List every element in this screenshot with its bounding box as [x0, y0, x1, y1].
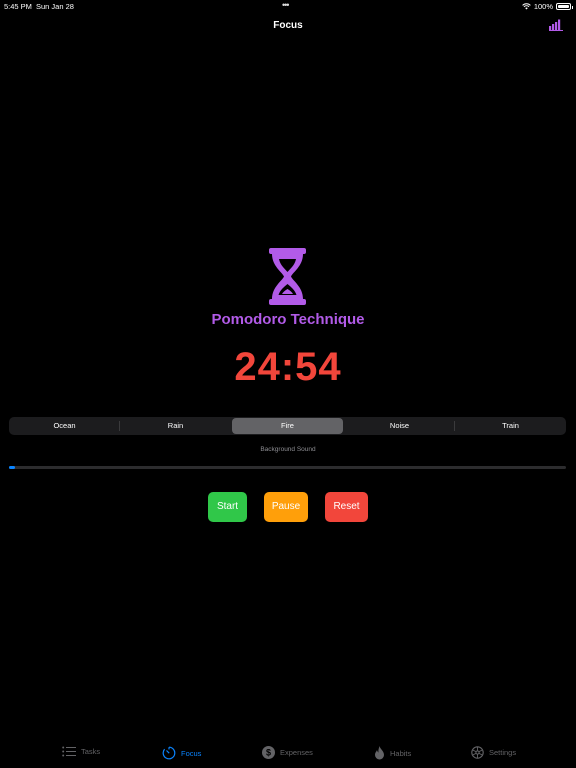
- technique-title: Pomodoro Technique: [211, 311, 365, 328]
- tab-focus[interactable]: Focus: [162, 746, 201, 760]
- countdown-timer: 24:54: [234, 345, 342, 389]
- hourglass-icon: [269, 248, 306, 305]
- sound-option-train[interactable]: Train: [455, 417, 566, 435]
- battery-percent: 100%: [533, 2, 553, 11]
- volume-slider-fill: [9, 466, 15, 469]
- page-title: Focus: [273, 20, 303, 31]
- flame-icon: [375, 746, 384, 760]
- sound-option-fire[interactable]: Fire: [232, 418, 343, 434]
- wifi-icon: [522, 3, 531, 10]
- tab-label: Expenses: [280, 748, 313, 757]
- status-date: Sun Jan 28: [36, 2, 74, 11]
- background-sound-label: Background Sound: [260, 446, 316, 453]
- tab-tasks[interactable]: Tasks: [62, 746, 100, 757]
- reset-button[interactable]: Reset: [325, 492, 368, 522]
- tab-label: Habits: [390, 748, 412, 758]
- tab-label: Settings: [489, 748, 517, 757]
- tab-label: Focus: [181, 748, 202, 758]
- volume-slider[interactable]: [9, 466, 566, 469]
- pause-button[interactable]: Pause: [264, 492, 308, 522]
- list-icon: [62, 746, 76, 757]
- sound-option-noise[interactable]: Noise: [344, 417, 455, 435]
- timer-icon: [162, 746, 176, 760]
- tab-settings[interactable]: Settings: [471, 746, 516, 759]
- status-time: 5:45 PM: [4, 2, 32, 11]
- gear-icon: [471, 746, 484, 759]
- start-button[interactable]: Start: [208, 492, 247, 522]
- sound-option-rain[interactable]: Rain: [120, 417, 231, 435]
- tab-expenses[interactable]: $ Expenses: [262, 746, 313, 759]
- sound-option-ocean[interactable]: Ocean: [9, 417, 120, 435]
- battery-icon: [556, 3, 573, 10]
- status-bar: 5:45 PM Sun Jan 28 ••• 100%: [0, 0, 576, 14]
- tab-habits[interactable]: Habits: [374, 746, 411, 760]
- multitasking-dots-icon[interactable]: •••: [282, 0, 290, 10]
- dollar-icon: $: [262, 746, 275, 759]
- tab-label: Tasks: [81, 747, 101, 756]
- stats-chart-icon[interactable]: [549, 19, 563, 31]
- svg-text:$: $: [266, 748, 271, 758]
- status-right: 100%: [522, 2, 573, 11]
- background-sound-picker[interactable]: Ocean Rain Fire Noise Train: [9, 417, 566, 435]
- tab-bar: Tasks Focus $ Expenses Habits Settings: [0, 740, 576, 768]
